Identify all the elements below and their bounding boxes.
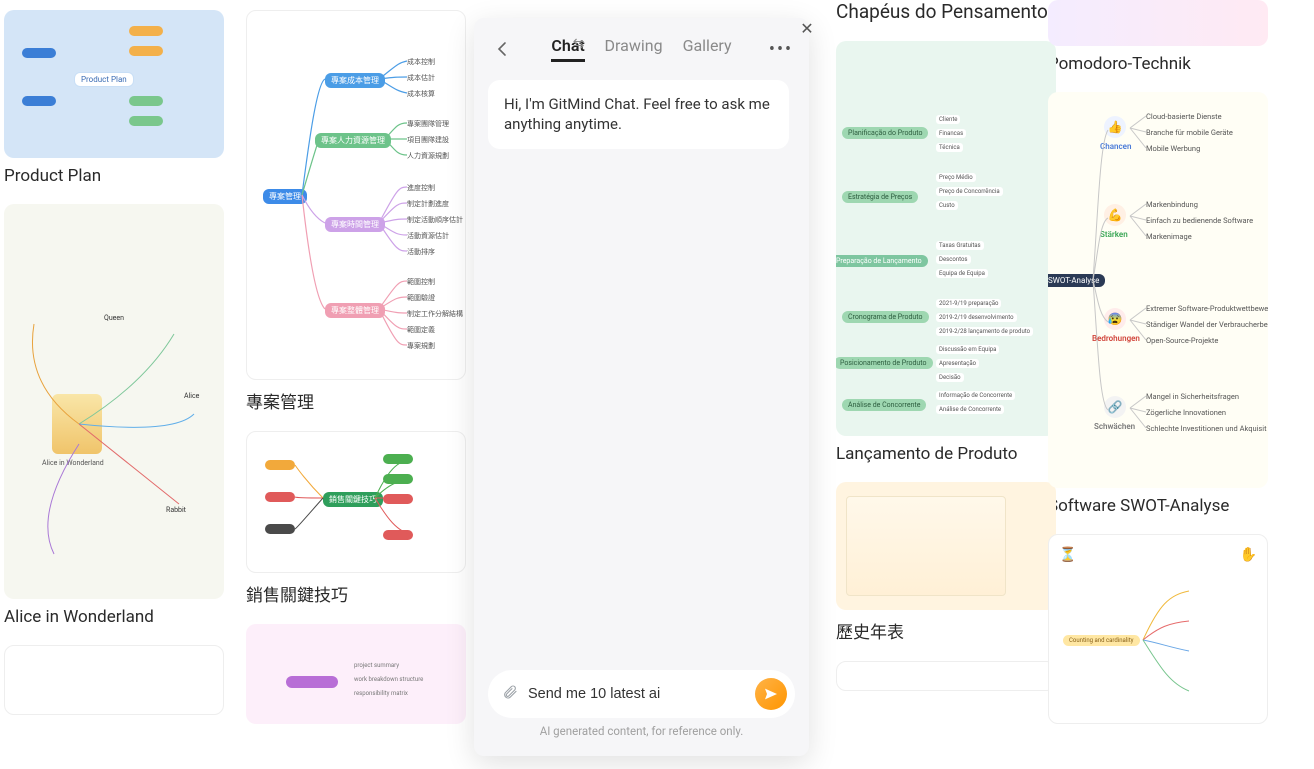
- template-title: Alice in Wonderland: [4, 607, 222, 627]
- template-card[interactable]: Pomodoro-Technik: [1048, 0, 1280, 74]
- template-thumbnail: SWOT-Analyse 👍 Chancen Cloud-basierte Di…: [1048, 92, 1268, 488]
- chat-tabs: Chat ⇆ Drawing Gallery: [520, 36, 763, 62]
- template-title: Chapéus do Pensamento: [836, 0, 1024, 23]
- template-card[interactable]: project summary work breakdown structure…: [246, 624, 468, 724]
- back-button[interactable]: [490, 37, 514, 61]
- send-icon: [763, 686, 779, 702]
- chat-panel: ✕ Chat ⇆ Drawing Gallery ••• Hi, I'm Git…: [474, 18, 809, 756]
- template-thumbnail: Planificação do Produto Cliente Financas…: [836, 41, 1056, 436]
- thumbs-up-icon: 👍: [1104, 116, 1126, 138]
- template-card[interactable]: Planificação do Produto Cliente Financas…: [836, 41, 1024, 464]
- template-title: 歷史年表: [836, 618, 1024, 643]
- template-card[interactable]: ⏳ ✋ Counting and cardinality: [1048, 534, 1280, 724]
- more-button[interactable]: •••: [769, 37, 793, 61]
- assistant-message: Hi, I'm GitMind Chat. Feel free to ask m…: [488, 80, 789, 149]
- close-icon: ✕: [800, 19, 813, 38]
- gallery-column: Pomodoro-Technik SWOT-Analyse 👍 Chancen …: [1048, 10, 1280, 724]
- hand-icon: ✋: [1240, 547, 1257, 563]
- template-card[interactable]: 歷史年表: [836, 482, 1024, 643]
- close-button[interactable]: ✕: [793, 14, 821, 42]
- weakness-icon: 🔗: [1104, 396, 1126, 418]
- template-card[interactable]: 銷售關鍵技巧: [246, 431, 468, 606]
- template-thumbnail: 專案管理 專案成本管理 成本控制 成本估計 成本核算 專案人力資源管理 專案團隊…: [246, 10, 466, 380]
- chat-body: Hi, I'm GitMind Chat. Feel free to ask m…: [474, 72, 809, 670]
- template-title: Product Plan: [4, 166, 222, 186]
- template-thumbnail: Alice in Wonderland Queen Alice Rabbit: [4, 204, 224, 599]
- template-thumbnail: project summary work breakdown structure…: [246, 624, 466, 724]
- chat-header: Chat ⇆ Drawing Gallery •••: [474, 18, 809, 72]
- template-card[interactable]: Product Plan Product Plan: [4, 10, 222, 186]
- template-card[interactable]: Alice in Wonderland Queen Alice Rabbit A…: [4, 204, 222, 627]
- template-title: Software SWOT-Analyse: [1048, 496, 1280, 516]
- gallery-column: 專案管理 專案成本管理 成本控制 成本估計 成本核算 專案人力資源管理 專案團隊…: [246, 10, 468, 724]
- template-title: 專案管理: [246, 388, 468, 413]
- chat-input-bar: [488, 670, 795, 718]
- tab-gallery[interactable]: Gallery: [683, 36, 732, 62]
- gallery-column: Product Plan Product Plan Alice in Wonde…: [4, 10, 222, 715]
- template-title: 銷售關鍵技巧: [246, 581, 468, 606]
- ellipsis-icon: •••: [769, 39, 793, 60]
- swap-icon: ⇆: [573, 36, 585, 52]
- tab-drawing[interactable]: Drawing: [605, 36, 663, 62]
- template-thumbnail: Product Plan: [4, 10, 224, 158]
- template-card[interactable]: 專案管理 專案成本管理 成本控制 成本估計 成本核算 專案人力資源管理 專案團隊…: [246, 10, 468, 413]
- chat-input[interactable]: [528, 686, 745, 702]
- gallery-column: Chapéus do Pensamento Planificação do Pr…: [836, 10, 1024, 691]
- attachment-button[interactable]: [502, 684, 518, 705]
- template-thumbnail: [836, 661, 1056, 691]
- strength-icon: 💪: [1104, 204, 1126, 226]
- template-card[interactable]: [836, 661, 1024, 691]
- hourglass-icon: ⏳: [1059, 547, 1076, 563]
- template-card[interactable]: [4, 645, 222, 715]
- template-thumbnail: ⏳ ✋ Counting and cardinality: [1048, 534, 1268, 724]
- ai-disclaimer: AI generated content, for reference only…: [488, 718, 795, 748]
- template-title: Lançamento de Produto: [836, 444, 1024, 464]
- template-card[interactable]: Chapéus do Pensamento: [836, 0, 1024, 23]
- template-thumbnail: [836, 482, 1056, 610]
- template-thumbnail: 銷售關鍵技巧: [246, 431, 466, 573]
- chevron-left-icon: [496, 41, 508, 57]
- template-title: Pomodoro-Technik: [1048, 54, 1280, 74]
- template-thumbnail: [4, 645, 224, 715]
- send-button[interactable]: [755, 678, 787, 710]
- template-thumbnail: [1048, 0, 1268, 46]
- paperclip-icon: [502, 684, 518, 700]
- threat-icon: 😰: [1104, 308, 1126, 330]
- chat-input-area: AI generated content, for reference only…: [474, 670, 809, 756]
- template-card[interactable]: SWOT-Analyse 👍 Chancen Cloud-basierte Di…: [1048, 92, 1280, 516]
